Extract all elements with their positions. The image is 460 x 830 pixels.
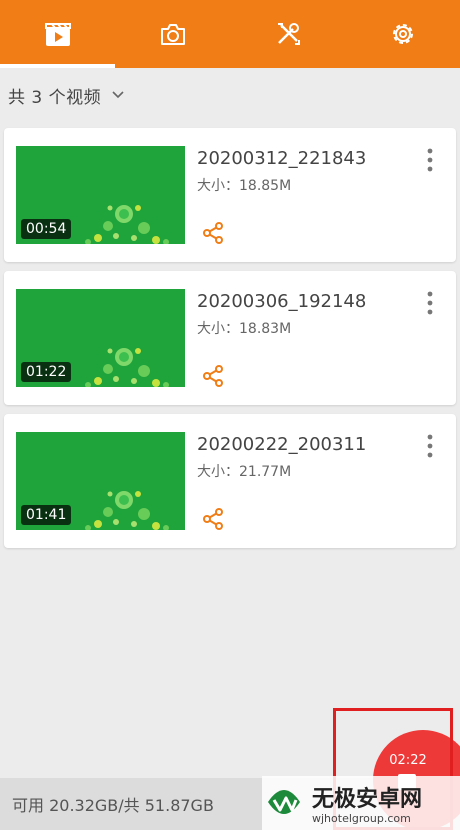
watermark-brand: 无极安卓网 [312, 786, 422, 812]
share-icon[interactable] [201, 364, 225, 388]
tools-icon [277, 23, 300, 45]
storage-info: 可用 20.32GB/共 51.87GB [12, 796, 214, 815]
top-tab-bar [0, 0, 460, 68]
chevron-down-icon [112, 91, 124, 99]
video-size: 大小：18.83M [197, 321, 292, 337]
video-duration: 01:41 [21, 505, 72, 525]
watermark-logo: 无极安卓网 wjhotelgroup.com [262, 776, 460, 830]
camera-icon [160, 24, 185, 45]
video-count-filter[interactable]: 共 3 个视频 [0, 68, 460, 122]
watermark-url: wjhotelgroup.com [312, 812, 411, 825]
video-duration: 00:54 [21, 219, 72, 239]
video-title: 20200306_192148 [197, 291, 367, 312]
video-size: 大小：18.85M [197, 178, 292, 194]
video-duration: 01:22 [21, 362, 72, 382]
video-thumbnail[interactable]: 00:54 [16, 146, 185, 244]
tab-settings[interactable] [345, 0, 460, 68]
tab-camera[interactable] [115, 0, 230, 68]
video-count-label: 共 3 个视频 [8, 87, 102, 108]
video-list: 00:54 20200312_221843 大小：18.85M 01:22 20… [4, 128, 456, 557]
film-icon [44, 23, 71, 46]
video-thumbnail[interactable]: 01:41 [16, 432, 185, 530]
video-card[interactable]: 01:41 20200222_200311 大小：21.77M [4, 414, 456, 548]
more-options-icon[interactable] [418, 146, 442, 174]
video-card[interactable]: 00:54 20200312_221843 大小：18.85M [4, 128, 456, 262]
share-icon[interactable] [201, 221, 225, 245]
video-size: 大小：21.77M [197, 464, 292, 480]
video-thumbnail[interactable]: 01:22 [16, 289, 185, 387]
tab-videos[interactable] [0, 0, 115, 68]
gear-icon [392, 24, 413, 44]
video-card[interactable]: 01:22 20200306_192148 大小：18.83M [4, 271, 456, 405]
share-icon[interactable] [201, 507, 225, 531]
more-options-icon[interactable] [418, 289, 442, 317]
video-title: 20200222_200311 [197, 434, 367, 455]
tab-tools[interactable] [230, 0, 345, 68]
more-options-icon[interactable] [418, 432, 442, 460]
video-title: 20200312_221843 [197, 148, 367, 169]
